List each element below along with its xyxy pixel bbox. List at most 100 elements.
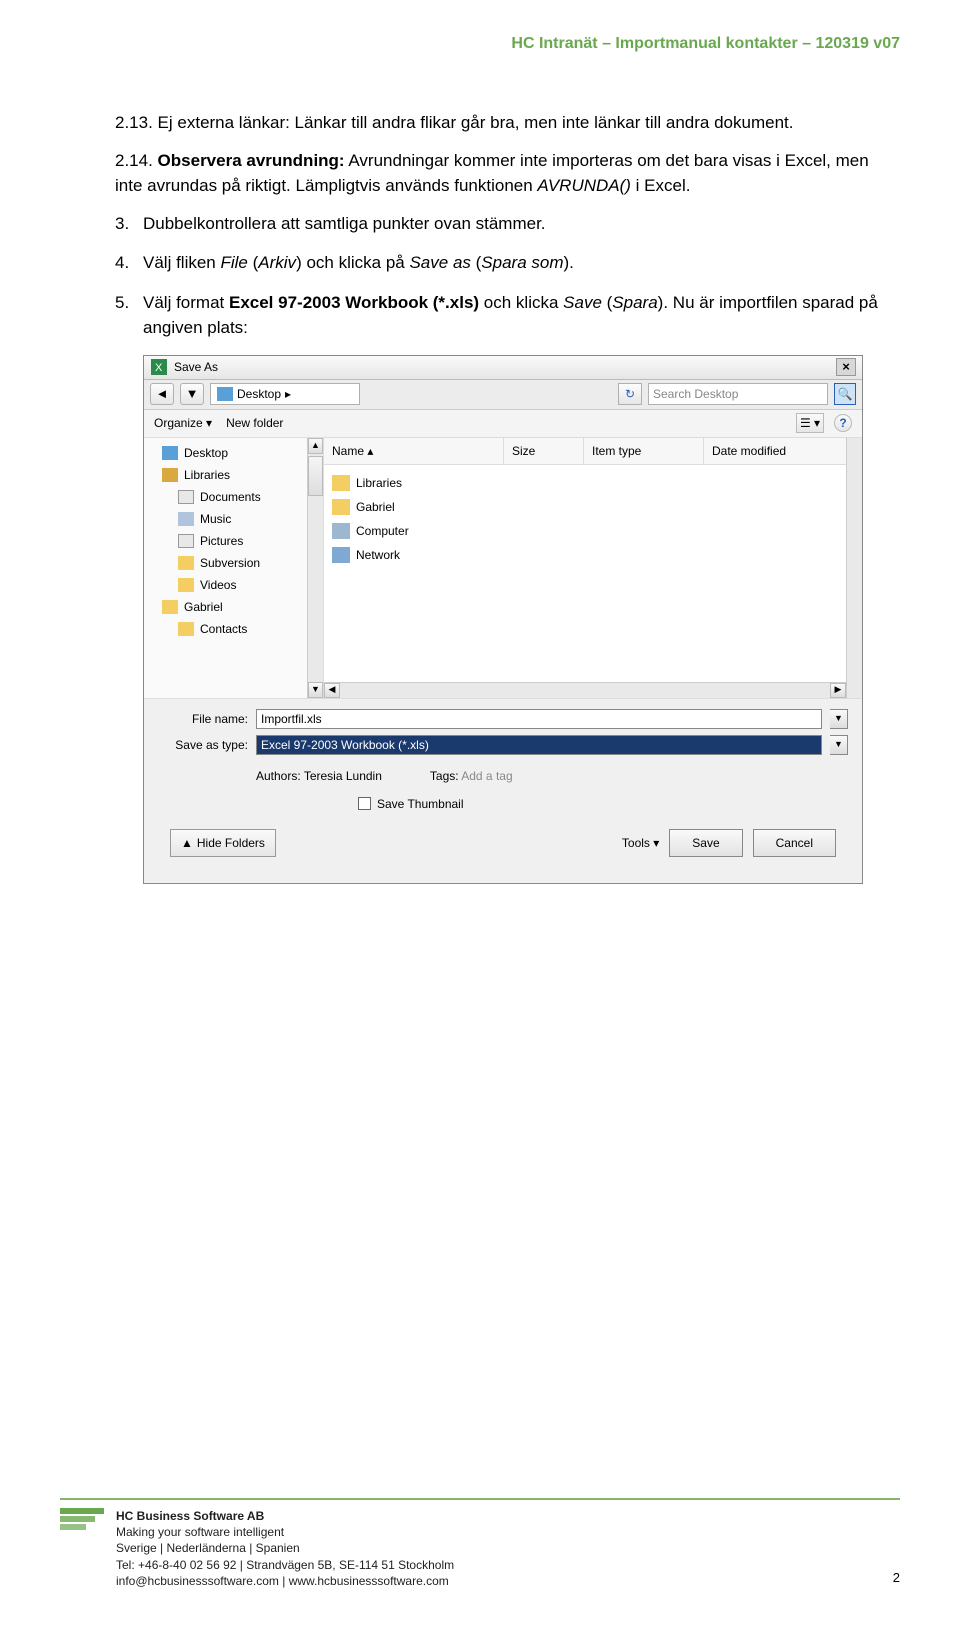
horizontal-scrollbar[interactable]: ◀ ▶ xyxy=(324,682,846,698)
tree-label: Documents xyxy=(200,488,261,506)
step-num: 5. xyxy=(115,290,129,316)
folder-tree: Desktop Libraries Documents Music Pictur… xyxy=(144,438,324,698)
folder-icon xyxy=(178,622,194,636)
vertical-scrollbar[interactable] xyxy=(846,438,862,698)
tree-label: Music xyxy=(200,510,231,528)
savetype-value: Excel 97-2003 Workbook (*.xls) xyxy=(261,736,429,754)
scroll-left-icon[interactable]: ◀ xyxy=(324,683,340,698)
back-button[interactable]: ◄ xyxy=(150,383,174,405)
tree-item[interactable]: Subversion xyxy=(144,552,323,574)
cancel-button[interactable]: Cancel xyxy=(753,829,836,857)
page-footer: HC Business Software AB Making your soft… xyxy=(60,1498,900,1589)
tools-menu[interactable]: Tools ▾ xyxy=(622,834,659,852)
step-text: Välj fliken xyxy=(143,253,220,272)
folder-icon xyxy=(178,556,194,570)
hide-folders-label: Hide Folders xyxy=(197,834,265,852)
hide-folders-button[interactable]: ▲ Hide Folders xyxy=(170,829,276,857)
savetype-select[interactable]: Excel 97-2003 Workbook (*.xls) xyxy=(256,735,822,755)
desktop-icon xyxy=(162,446,178,460)
tree-label: Desktop xyxy=(184,444,228,462)
dialog-fields: File name: Importfil.xls ▼ Save as type:… xyxy=(144,698,862,883)
col-size[interactable]: Size xyxy=(504,438,584,464)
item-label: Network xyxy=(356,546,400,564)
col-type[interactable]: Item type xyxy=(584,438,704,464)
main-content: 2.13. Ej externa länkar: Länkar till and… xyxy=(115,110,900,884)
tree-scrollbar[interactable]: ▲ ▼ xyxy=(307,438,323,698)
list-item[interactable]: Computer xyxy=(324,519,862,543)
save-button[interactable]: Save xyxy=(669,829,742,857)
file-list: Libraries Gabriel Computer Network xyxy=(324,465,862,573)
dialog-body: Desktop Libraries Documents Music Pictur… xyxy=(144,438,862,698)
authors-label: Authors: xyxy=(256,769,301,783)
filename-input[interactable]: Importfil.xls xyxy=(256,709,822,729)
tree-label: Gabriel xyxy=(184,598,223,616)
music-icon xyxy=(178,512,194,526)
item-label: Libraries xyxy=(356,474,402,492)
scroll-thumb[interactable] xyxy=(308,456,323,496)
network-icon xyxy=(332,547,350,563)
chevron-up-icon: ▲ xyxy=(181,834,193,852)
view-mode-button[interactable]: ☰ ▾ xyxy=(796,413,824,433)
step-4: 4. Välj fliken File (Arkiv) och klicka p… xyxy=(115,250,900,276)
search-input[interactable]: Search Desktop xyxy=(648,383,828,405)
list-item[interactable]: Libraries xyxy=(324,471,862,495)
paragraph-2-13: 2.13. Ej externa länkar: Länkar till and… xyxy=(115,110,900,136)
dialog-title: Save As xyxy=(174,358,218,376)
menu-sparasom: Spara som xyxy=(481,253,563,272)
folder-icon xyxy=(178,578,194,592)
scroll-right-icon[interactable]: ▶ xyxy=(830,683,846,698)
tree-item[interactable]: Gabriel xyxy=(144,596,323,618)
organize-menu[interactable]: Organize ▾ xyxy=(154,414,212,432)
thumbnail-label: Save Thumbnail xyxy=(377,795,464,813)
step-text: Välj format xyxy=(143,293,229,312)
col-date[interactable]: Date modified xyxy=(704,438,862,464)
para-num: 2.14. xyxy=(115,151,153,170)
footer-address: Tel: +46-8-40 02 56 92 | Strandvägen 5B,… xyxy=(116,1557,454,1573)
refresh-button[interactable]: ↻ xyxy=(618,383,642,405)
tree-label: Subversion xyxy=(200,554,260,572)
save-thumbnail-checkbox[interactable] xyxy=(358,797,371,810)
step-text: och klicka på xyxy=(302,253,410,272)
footer-divider xyxy=(60,1498,900,1500)
col-name[interactable]: Name ▴ xyxy=(324,438,504,464)
menu-saveas: Save as xyxy=(409,253,470,272)
item-label: Computer xyxy=(356,522,409,540)
libraries-icon xyxy=(332,475,350,491)
tree-item[interactable]: Documents xyxy=(144,486,323,508)
authors-value[interactable]: Teresia Lundin xyxy=(304,769,382,783)
dropdown-icon[interactable]: ▼ xyxy=(830,709,848,729)
dialog-bottom: ▲ Hide Folders Tools ▾ Save Cancel xyxy=(158,823,848,869)
excel-icon: X xyxy=(150,358,168,376)
help-button[interactable]: ? xyxy=(834,414,852,432)
file-columns: Name ▴ Size Item type Date modified xyxy=(324,438,862,465)
tree-item[interactable]: Pictures xyxy=(144,530,323,552)
forward-button[interactable]: ▼ xyxy=(180,383,204,405)
pictures-icon xyxy=(178,534,194,548)
tree-item[interactable]: Music xyxy=(144,508,323,530)
dialog-toolbar: Organize ▾ New folder ☰ ▾ ? xyxy=(144,410,862,438)
tree-item[interactable]: Libraries xyxy=(144,464,323,486)
step-5: 5. Välj format Excel 97-2003 Workbook (*… xyxy=(115,290,900,341)
tree-label: Contacts xyxy=(200,620,247,638)
savetype-label: Save as type: xyxy=(158,736,248,754)
tree-item[interactable]: Desktop xyxy=(144,442,323,464)
step-text: Dubbelkontrollera att samtliga punkter o… xyxy=(143,214,546,233)
scroll-up-icon[interactable]: ▲ xyxy=(308,438,323,454)
list-item[interactable]: Gabriel xyxy=(324,495,862,519)
tree-item[interactable]: Videos xyxy=(144,574,323,596)
dialog-titlebar: X Save As × xyxy=(144,356,862,380)
list-item[interactable]: Network xyxy=(324,543,862,567)
tree-item[interactable]: Contacts xyxy=(144,618,323,640)
footer-contact: info@hcbusinesssoftware.com | www.hcbusi… xyxy=(116,1573,454,1589)
new-folder-button[interactable]: New folder xyxy=(226,414,283,432)
close-button[interactable]: × xyxy=(836,358,856,376)
dropdown-icon[interactable]: ▼ xyxy=(830,735,848,755)
tags-value[interactable]: Add a tag xyxy=(461,769,512,783)
scroll-down-icon[interactable]: ▼ xyxy=(308,682,323,698)
search-button[interactable]: 🔍 xyxy=(834,383,856,405)
desktop-icon xyxy=(217,387,233,401)
footer-tagline: Making your software intelligent xyxy=(116,1524,454,1540)
savetype-row: Save as type: Excel 97-2003 Workbook (*.… xyxy=(158,735,848,755)
breadcrumb[interactable]: Desktop ▸ xyxy=(210,383,360,405)
tree-label: Pictures xyxy=(200,532,243,550)
